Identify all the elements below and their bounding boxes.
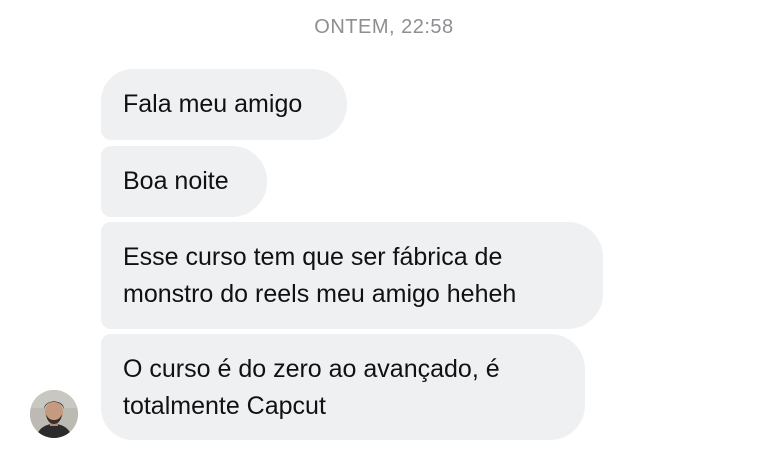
message-bubble[interactable]: Boa noite (101, 146, 267, 217)
conversation-timestamp: ONTEM, 22:58 (314, 16, 454, 38)
message-bubble[interactable]: O curso é do zero ao avançado, é totalme… (101, 334, 585, 440)
sender-avatar[interactable] (30, 390, 78, 438)
message-bubble[interactable]: Esse curso tem que ser fábrica de monstr… (101, 222, 603, 329)
avatar-photo-icon (30, 390, 78, 438)
message-bubble[interactable]: Fala meu amigo (101, 69, 347, 140)
